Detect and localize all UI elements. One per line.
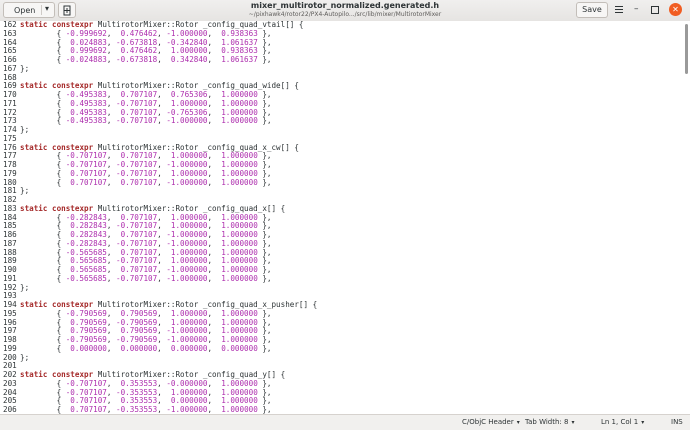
code-line: 174};	[0, 126, 690, 135]
code-editor[interactable]: 162static constexpr MultirotorMixer::Rot…	[0, 21, 690, 414]
code-text: { -0.565685, -0.707107, -1.000000, 1.000…	[20, 274, 272, 283]
header-bar: Open ▾ mixer_multirotor_normalized.gener…	[0, 0, 690, 22]
code-text: { 0.707107, 0.707107, -1.000000, 1.00000…	[20, 178, 272, 187]
code-text: { 0.790569, 0.790569, -1.000000, 1.00000…	[20, 326, 272, 335]
code-line: 181};	[0, 187, 690, 196]
vertical-scrollbar[interactable]	[685, 24, 688, 74]
maximize-icon[interactable]	[651, 6, 659, 14]
minimize-icon[interactable]: –	[634, 4, 639, 14]
chevron-down-icon: ▾	[517, 419, 520, 426]
language-label: C/ObjC Header	[462, 418, 514, 426]
hamburger-menu-icon[interactable]	[612, 3, 626, 17]
code-text: { 0.707107, -0.353553, -1.000000, 1.0000…	[20, 405, 272, 414]
chevron-down-icon: ▾	[571, 419, 574, 426]
code-text: { 0.282843, 0.707107, -1.000000, 1.00000…	[20, 230, 272, 239]
code-text: { -0.707107, -0.353553, 1.000000, 1.0000…	[20, 388, 272, 397]
status-bar: C/ObjC Header▾ Tab Width: 8▾ Ln 1, Col 1…	[0, 414, 690, 430]
code-text: { 0.565685, 0.707107, -1.000000, 1.00000…	[20, 265, 272, 274]
tab-width-label: Tab Width: 8	[525, 418, 568, 426]
code-line: 173 { -0.495383, -0.707107, -1.000000, 1…	[0, 117, 690, 126]
code-text: { -0.707107, 0.353553, -0.000000, 1.0000…	[20, 379, 272, 388]
tab-width-selector[interactable]: Tab Width: 8▾	[525, 418, 574, 426]
code-lines: 162static constexpr MultirotorMixer::Rot…	[0, 21, 690, 414]
code-text: { -0.282843, 0.707107, 1.000000, 1.00000…	[20, 213, 271, 222]
code-line: 200};	[0, 354, 690, 363]
code-text: { -0.495383, 0.707107, 0.765306, 1.00000…	[20, 90, 271, 99]
code-text: static constexpr MultirotorMixer::Rotor …	[20, 143, 299, 152]
code-text: };	[20, 353, 29, 362]
code-text: { 0.707107, 0.353553, 0.000000, 1.000000…	[20, 396, 271, 405]
code-text: };	[20, 186, 29, 195]
code-text: { -0.707107, -0.707107, -1.000000, 1.000…	[20, 160, 272, 169]
code-text: { 0.565685, -0.707107, 1.000000, 1.00000…	[20, 256, 272, 265]
code-text: { 0.999692, 0.476462, 1.000000, 0.938363…	[20, 46, 271, 55]
code-text: { 0.790569, -0.790569, 1.000000, 1.00000…	[20, 318, 272, 327]
code-text: static constexpr MultirotorMixer::Rotor …	[20, 81, 299, 90]
code-text: { 0.495383, 0.707107, -0.765306, 1.00000…	[20, 108, 272, 117]
code-text: static constexpr MultirotorMixer::Rotor …	[20, 370, 285, 379]
code-text: { 0.495383, -0.707107, 1.000000, 1.00000…	[20, 99, 272, 108]
code-text: { -0.565685, 0.707107, 1.000000, 1.00000…	[20, 248, 271, 257]
code-text: { 0.707107, -0.707107, 1.000000, 1.00000…	[20, 169, 272, 178]
code-line: 206 { 0.707107, -0.353553, -1.000000, 1.…	[0, 406, 690, 414]
cursor-position-label: Ln 1, Col 1	[601, 418, 638, 426]
code-text: { -0.707107, 0.707107, 1.000000, 1.00000…	[20, 151, 271, 160]
code-text: };	[20, 125, 29, 134]
cursor-position-selector[interactable]: Ln 1, Col 1▾	[601, 418, 644, 426]
code-text: { -0.024883, -0.673818, 0.342840, 1.0616…	[20, 55, 272, 64]
close-icon[interactable]: ✕	[669, 3, 682, 16]
code-line: 192};	[0, 284, 690, 293]
code-text: { -0.282843, -0.707107, -1.000000, 1.000…	[20, 239, 272, 248]
code-text: { 0.282843, -0.707107, 1.000000, 1.00000…	[20, 221, 272, 230]
code-text: };	[20, 283, 29, 292]
save-button[interactable]: Save	[576, 2, 608, 18]
code-line: 199 { 0.000000, 0.000000, 0.000000, 0.00…	[0, 345, 690, 354]
code-text: { -0.999692, 0.476462, -1.000000, 0.9383…	[20, 29, 272, 38]
code-text: { -0.790569, 0.790569, 1.000000, 1.00000…	[20, 309, 271, 318]
code-line: 167};	[0, 65, 690, 74]
chevron-down-icon: ▾	[641, 419, 644, 426]
code-text: static constexpr MultirotorMixer::Rotor …	[20, 204, 285, 213]
code-text: { 0.000000, 0.000000, 0.000000, 0.000000…	[20, 344, 271, 353]
code-text: { 0.024883, -0.673818, -0.342840, 1.0616…	[20, 38, 272, 47]
code-text: static constexpr MultirotorMixer::Rotor …	[20, 300, 317, 309]
code-text: { -0.495383, -0.707107, -1.000000, 1.000…	[20, 116, 272, 125]
code-line: 191 { -0.565685, -0.707107, -1.000000, 1…	[0, 275, 690, 284]
line-number: 206	[0, 406, 20, 414]
language-selector[interactable]: C/ObjC Header▾	[462, 418, 520, 426]
insert-mode-indicator[interactable]: INS	[671, 418, 683, 426]
code-text: { -0.790569, -0.790569, -1.000000, 1.000…	[20, 335, 272, 344]
code-line: 180 { 0.707107, 0.707107, -1.000000, 1.0…	[0, 179, 690, 188]
code-text: };	[20, 64, 29, 73]
code-line: 166 { -0.024883, -0.673818, 0.342840, 1.…	[0, 56, 690, 65]
